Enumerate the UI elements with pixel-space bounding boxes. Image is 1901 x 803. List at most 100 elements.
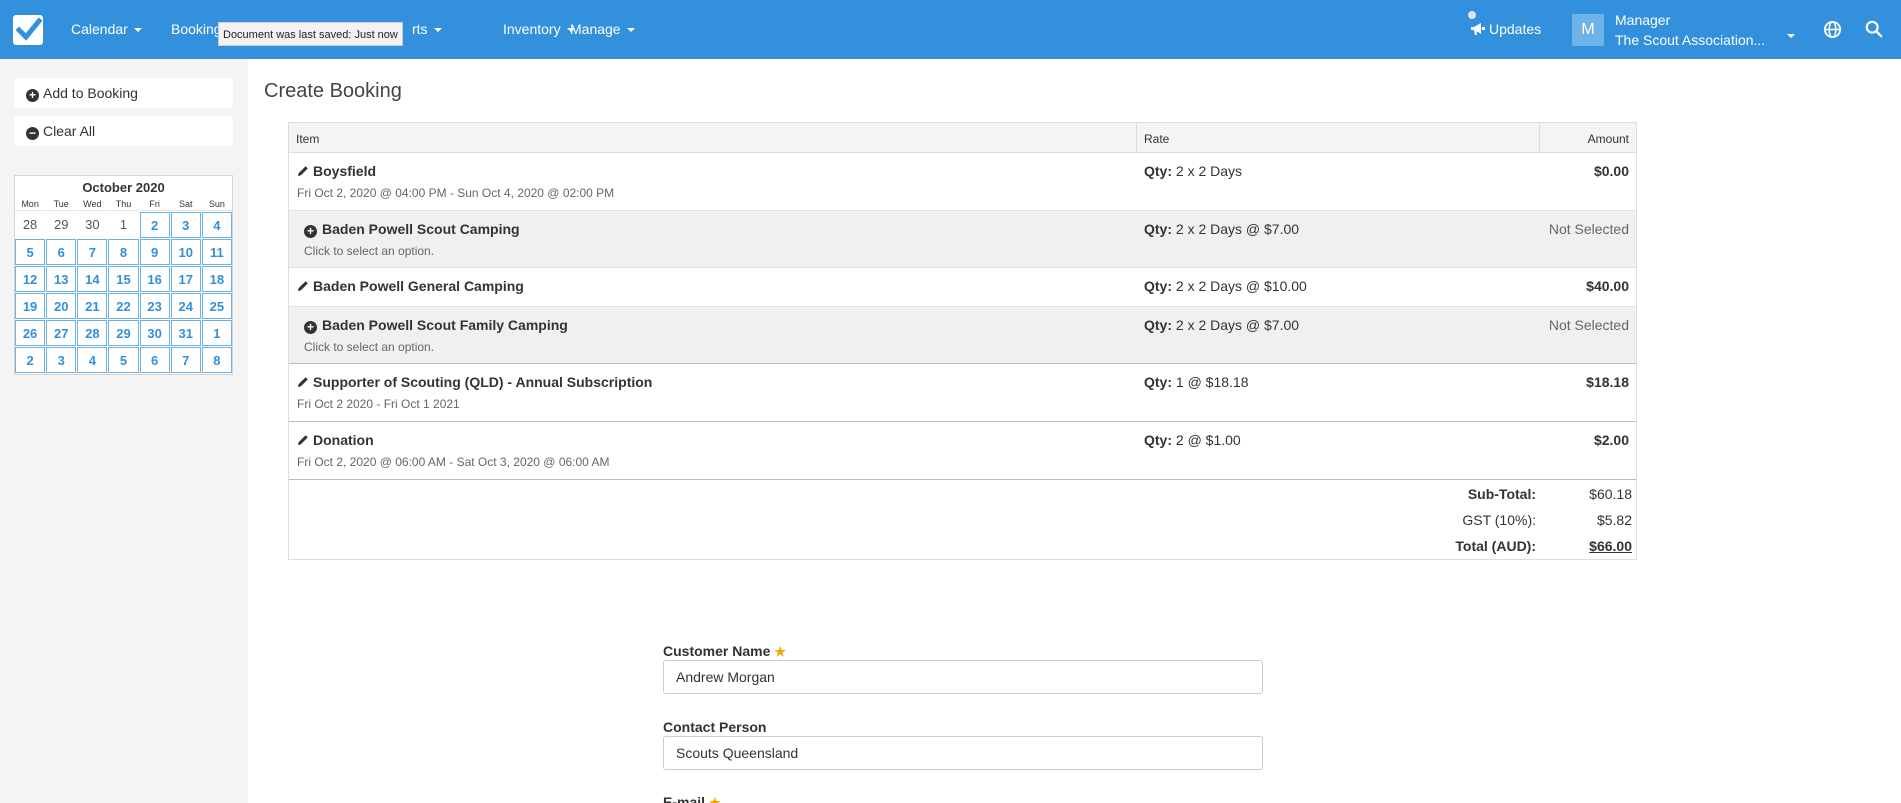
nav-calendar[interactable]: Calendar: [71, 21, 142, 37]
calendar-day[interactable]: 8: [201, 347, 232, 373]
calendar-day[interactable]: 12: [15, 266, 46, 292]
weekday-header: Tue: [46, 197, 77, 211]
checkmark-icon: [16, 17, 42, 41]
item-detail: Fri Oct 2, 2020 @ 04:00 PM - Sun Oct 4, …: [297, 186, 615, 200]
user-avatar[interactable]: M: [1572, 14, 1604, 46]
calendar-day[interactable]: 2: [15, 347, 46, 373]
calendar-day[interactable]: 3: [46, 347, 77, 373]
calendar-day[interactable]: 30: [139, 320, 170, 346]
calendar-day[interactable]: 20: [46, 293, 77, 319]
calendar-day[interactable]: 18: [201, 266, 232, 292]
calendar-day[interactable]: 16: [139, 266, 170, 292]
calendar-day[interactable]: 27: [46, 320, 77, 346]
calendar-day[interactable]: 6: [139, 347, 170, 373]
updates-button[interactable]: Updates: [1470, 21, 1541, 37]
pencil-icon: [298, 166, 308, 176]
contact-person-input[interactable]: [663, 736, 1263, 770]
calendar-day[interactable]: 1: [108, 212, 138, 238]
calendar-day[interactable]: 11: [201, 239, 232, 265]
calendar-day[interactable]: 4: [201, 212, 232, 238]
calendar-day[interactable]: 17: [170, 266, 201, 292]
nav-manage[interactable]: Manage: [570, 21, 635, 37]
calendar-day[interactable]: 15: [108, 266, 139, 292]
calendar-day[interactable]: 21: [77, 293, 108, 319]
required-star-icon: ★: [774, 644, 787, 659]
calendar-day[interactable]: 29: [108, 320, 139, 346]
item-qty: Qty: 1 @ $18.18: [1144, 374, 1249, 390]
customer-name-input[interactable]: [663, 660, 1263, 694]
item-name[interactable]: Boysfield: [297, 163, 376, 179]
calendar-day[interactable]: 24: [170, 293, 201, 319]
table-row[interactable]: Boysfield Fri Oct 2, 2020 @ 04:00 PM - S…: [289, 153, 1636, 211]
search-icon[interactable]: [1865, 20, 1883, 38]
table-row[interactable]: Supporter of Scouting (QLD) - Annual Sub…: [289, 364, 1636, 422]
calendar-day[interactable]: 25: [201, 293, 232, 319]
item-amount: $2.00: [1593, 432, 1629, 448]
updates-label: Updates: [1489, 21, 1542, 37]
item-detail[interactable]: Click to select an option.: [304, 340, 434, 354]
calendar-day[interactable]: 28: [77, 320, 108, 346]
table-row[interactable]: + Baden Powell Scout Camping Click to sel…: [289, 211, 1636, 268]
calendar-day[interactable]: 26: [15, 320, 46, 346]
table-row[interactable]: Donation Fri Oct 2, 2020 @ 06:00 AM - Sa…: [289, 422, 1636, 480]
total-value: $66.00: [1589, 538, 1632, 554]
item-detail: Fri Oct 2, 2020 @ 06:00 AM - Sat Oct 3, …: [297, 455, 610, 469]
calendar-day[interactable]: 19: [15, 293, 46, 319]
weekday-header: Wed: [77, 197, 108, 211]
header-amount: Amount: [1587, 132, 1629, 146]
calendar-day[interactable]: 7: [170, 347, 201, 373]
item-name[interactable]: + Baden Powell Scout Camping: [304, 221, 520, 238]
caret-down-icon: [626, 28, 635, 33]
item-detail[interactable]: Click to select an option.: [304, 244, 434, 258]
nav-calendar-label: Calendar: [71, 21, 128, 37]
calendar-day[interactable]: 1: [201, 320, 232, 346]
calendar-month-title: October 2020: [82, 180, 165, 195]
calendar-day[interactable]: 31: [170, 320, 201, 346]
email-label: E-mail ★: [663, 794, 721, 803]
user-organization[interactable]: The Scout Association...: [1615, 32, 1765, 48]
calendar-day[interactable]: 10: [170, 239, 201, 265]
clear-all-button[interactable]: − Clear All: [14, 116, 233, 146]
user-menu-caret-icon[interactable]: [1787, 27, 1795, 43]
item-name[interactable]: + Baden Powell Scout Family Camping: [304, 317, 568, 334]
add-to-booking-button[interactable]: + Add to Booking: [14, 78, 233, 108]
nav-inventory[interactable]: Inventory: [503, 21, 575, 37]
header-item: Item: [296, 132, 320, 146]
add-to-booking-label: Add to Booking: [43, 85, 138, 101]
booking-totals: Sub-Total: $60.18 GST (10%): $5.82 Total…: [289, 480, 1636, 559]
calendar-day[interactable]: 8: [108, 239, 139, 265]
table-row[interactable]: + Baden Powell Scout Family Camping Click…: [289, 307, 1636, 364]
item-qty: Qty: 2 x 2 Days @ $10.00: [1144, 278, 1307, 294]
calendar-day[interactable]: 4: [77, 347, 108, 373]
item-name[interactable]: Donation: [297, 432, 374, 448]
item-name[interactable]: Baden Powell General Camping: [297, 278, 524, 294]
calendar-day[interactable]: 22: [108, 293, 139, 319]
plus-circle-icon: +: [26, 89, 39, 102]
calendar-day[interactable]: 30: [77, 212, 107, 238]
calendar-day[interactable]: 5: [15, 239, 46, 265]
subtotal-value: $60.18: [1589, 486, 1632, 502]
calendar-day[interactable]: 13: [46, 266, 77, 292]
calendar-day[interactable]: 9: [139, 239, 170, 265]
item-name[interactable]: Supporter of Scouting (QLD) - Annual Sub…: [297, 374, 652, 390]
contact-person-label: Contact Person: [663, 719, 767, 735]
weekday-header: Sat: [170, 197, 201, 211]
globe-icon[interactable]: [1823, 20, 1842, 39]
user-role[interactable]: Manager: [1615, 12, 1670, 28]
calendar-day[interactable]: 28: [15, 212, 45, 238]
calendar-day[interactable]: 3: [170, 212, 201, 238]
item-amount: $18.18: [1586, 374, 1629, 390]
item-amount: $0.00: [1593, 163, 1629, 179]
calendar-day[interactable]: 23: [139, 293, 170, 319]
nav-booking[interactable]: Booking: [171, 21, 222, 37]
nav-reports[interactable]: rts: [412, 21, 442, 37]
app-logo[interactable]: [13, 15, 43, 45]
calendar-day[interactable]: 2: [139, 212, 170, 238]
calendar-day[interactable]: 5: [108, 347, 139, 373]
calendar-day[interactable]: 7: [77, 239, 108, 265]
table-row[interactable]: Baden Powell General Camping Qty: 2 x 2 …: [289, 268, 1636, 307]
calendar-day[interactable]: 14: [77, 266, 108, 292]
calendar-day[interactable]: 29: [46, 212, 76, 238]
calendar-day[interactable]: 6: [46, 239, 77, 265]
item-detail: Fri Oct 2 2020 - Fri Oct 1 2021: [297, 397, 460, 411]
